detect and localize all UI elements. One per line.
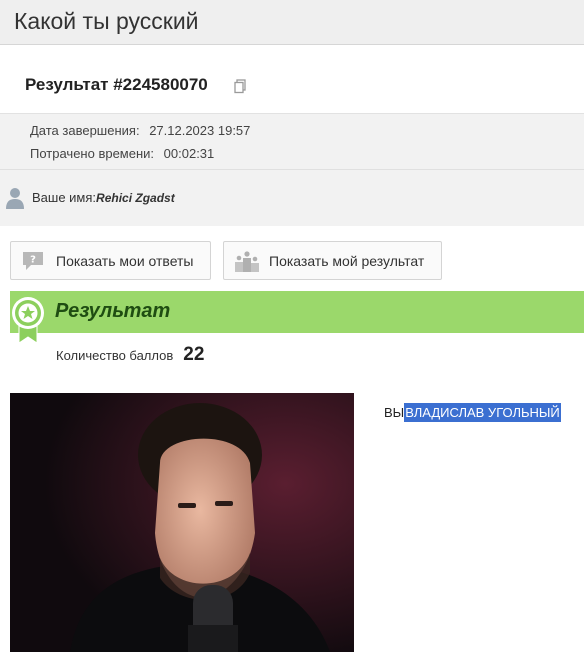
outcome-prefix: ВЫ (384, 405, 405, 420)
result-outcome: ВЫВЛАДИСЛАВ УГОЛЬНЫЙ (384, 403, 561, 422)
show-result-label: Показать мой результат (269, 253, 425, 269)
page-title: Какой ты русский (14, 8, 199, 34)
finished-label: Дата завершения: (30, 123, 140, 138)
score-row: Количество баллов 22 (56, 344, 204, 366)
user-name-label: Ваше имя: (32, 190, 97, 205)
score-label: Количество баллов (56, 348, 174, 363)
award-badge-icon (12, 297, 44, 344)
outcome-highlight: ВЛАДИСЛАВ УГОЛЬНЫЙ (404, 403, 561, 422)
finished-row: Дата завершения: 27.12.2023 19:57 (30, 123, 250, 138)
user-name-row: Ваше имя:Rehici Zgadst (32, 190, 175, 205)
podium-icon (235, 251, 259, 272)
user-icon (6, 188, 24, 209)
time-spent-value: 00:02:31 (163, 146, 215, 161)
svg-text:?: ? (30, 255, 36, 266)
score-value: 22 (183, 344, 205, 365)
portrait-photo (10, 393, 354, 652)
result-section-header: Результат (10, 291, 584, 333)
finished-value: 27.12.2023 19:57 (149, 123, 251, 138)
show-result-button[interactable]: Показать мой результат (223, 241, 442, 280)
copy-icon[interactable] (232, 78, 248, 94)
time-spent-row: Потрачено времени: 00:02:31 (30, 146, 214, 161)
result-meta: Дата завершения: 27.12.2023 19:57 Потрач… (0, 114, 584, 170)
show-answers-button[interactable]: ? Показать мои ответы (10, 241, 211, 280)
time-spent-label: Потрачено времени: (30, 146, 155, 161)
user-name-value: Rehici Zgadst (96, 191, 175, 205)
user-info: Ваше имя:Rehici Zgadst (0, 170, 584, 226)
show-answers-label: Показать мои ответы (56, 253, 194, 269)
result-section-title: Результат (55, 300, 171, 322)
result-header: Результат #224580070 (0, 46, 584, 114)
question-bubble-icon: ? (23, 252, 43, 270)
result-title: Результат #224580070 (25, 75, 208, 94)
app-header: Какой ты русский (0, 0, 584, 45)
